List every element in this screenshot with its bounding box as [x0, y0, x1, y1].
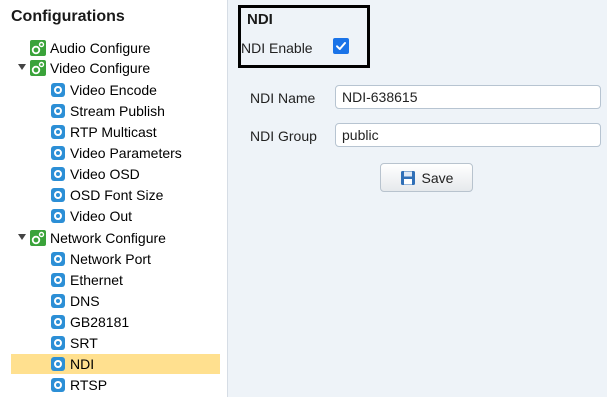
tree-item-label: Video Parameters: [70, 145, 182, 161]
tree-item-video-configure[interactable]: Video Configure: [18, 58, 151, 78]
green-gear-icon: [30, 230, 46, 246]
tree-item-rtsp[interactable]: RTSP: [51, 375, 107, 395]
tree-item-rtp-multicast[interactable]: RTP Multicast: [51, 122, 157, 142]
tree-item-label: Stream Publish: [70, 103, 165, 119]
ndi-group-input[interactable]: [335, 123, 601, 147]
tree-item-label: Audio Configure: [50, 40, 151, 56]
ndi-name-input[interactable]: [335, 85, 601, 109]
tree-item-label: RTSP: [70, 377, 108, 393]
tree-item-ndi[interactable]: NDI: [11, 354, 220, 374]
tree-item-video-osd[interactable]: Video OSD: [51, 164, 140, 184]
tree-item-video-parameters[interactable]: Video Parameters: [51, 143, 182, 163]
green-gear-icon: [30, 60, 46, 76]
blue-gear-icon: [51, 273, 65, 287]
blue-gear-icon: [51, 83, 65, 97]
blue-gear-icon: [51, 294, 65, 308]
tree-item-label: GB28181: [70, 314, 130, 330]
blue-gear-icon: [51, 146, 65, 160]
tree-item-osd-font-size[interactable]: OSD Font Size: [51, 185, 163, 205]
tree-item-label: NDI: [70, 356, 95, 372]
blue-gear-icon: [51, 209, 65, 223]
checkmark-icon: [336, 42, 346, 50]
tree-item-audio-configure[interactable]: Audio Configure: [30, 38, 150, 58]
panel-title: NDI: [247, 11, 273, 28]
tree-item-label: Video Configure: [50, 60, 151, 76]
ndi-enable-label: NDI Enable: [241, 40, 313, 56]
ndi-enable-checkbox[interactable]: [333, 38, 349, 54]
blue-gear-icon: [51, 188, 65, 202]
blue-gear-icon: [51, 378, 65, 392]
blue-gear-icon: [51, 125, 65, 139]
blue-gear-icon: [51, 336, 65, 350]
blue-gear-icon: [51, 167, 65, 181]
green-gear-icon: [30, 40, 46, 56]
tree-item-label: Network Configure: [50, 230, 166, 246]
tree-item-gb28181[interactable]: GB28181: [51, 312, 129, 332]
ndi-highlight-box: NDI: [238, 5, 370, 68]
tree-item-label: DNS: [70, 293, 100, 309]
tree-item-label: Video Out: [70, 208, 133, 224]
tree-item-label: Ethernet: [70, 272, 123, 288]
tree-item-dns[interactable]: DNS: [51, 291, 100, 311]
tree-item-label: OSD Font Size: [70, 187, 164, 203]
sidebar: Configurations Audio Configure Video Con…: [0, 0, 228, 397]
blue-gear-icon: [51, 315, 65, 329]
save-button-label: Save: [421, 169, 454, 186]
tree-item-label: RTP Multicast: [70, 124, 157, 140]
ndi-group-label: NDI Group: [250, 128, 317, 144]
ndi-settings-panel: NDI NDI Enable NDI Name NDI Group Save: [228, 0, 607, 397]
tree-item-label: Video Encode: [70, 82, 157, 98]
tree-item-label: Network Port: [70, 251, 151, 267]
collapse-arrow-icon[interactable]: [18, 64, 26, 70]
blue-gear-icon: [51, 104, 65, 118]
tree-item-srt[interactable]: SRT: [51, 333, 98, 353]
tree-item-label: Video OSD: [70, 166, 140, 182]
tree-item-ethernet[interactable]: Ethernet: [51, 270, 123, 290]
tree-item-video-out[interactable]: Video Out: [51, 206, 132, 226]
tree-item-video-encode[interactable]: Video Encode: [51, 80, 157, 100]
tree-item-label: SRT: [70, 335, 98, 351]
tree-item-stream-publish[interactable]: Stream Publish: [51, 101, 165, 121]
save-button[interactable]: Save: [380, 163, 473, 192]
ndi-name-label: NDI Name: [250, 90, 316, 106]
blue-gear-icon: [51, 252, 65, 266]
collapse-arrow-icon[interactable]: [18, 234, 26, 240]
floppy-disk-icon: [400, 170, 415, 185]
blue-gear-icon: [51, 357, 65, 371]
tree-item-network-configure[interactable]: Network Configure: [18, 228, 166, 248]
sidebar-title: Configurations: [11, 8, 125, 25]
tree-item-network-port[interactable]: Network Port: [51, 249, 151, 269]
